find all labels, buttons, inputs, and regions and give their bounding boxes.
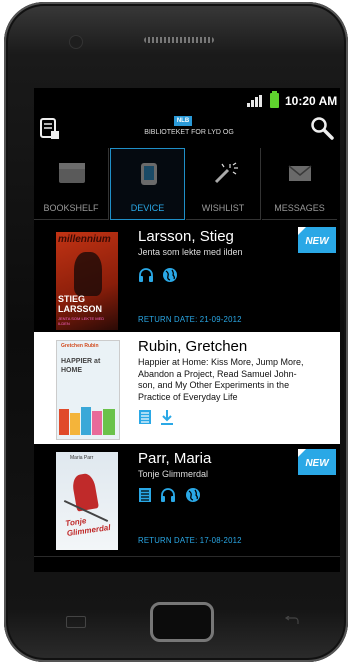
device-icon [141,163,157,185]
book-item[interactable]: Maria Parr Tonje Glimmerdal Parr, Maria … [34,444,340,557]
cover-author-text: STIEG LARSSON [58,294,103,314]
tab-wishlist[interactable]: WISHLIST [186,148,261,220]
globe-icon [163,267,178,282]
document-icon [139,487,151,502]
app-logo: NLB [174,116,192,126]
download-icon[interactable] [160,409,174,425]
phone-frame: 10:20 AM NLB BIBLIOTEKET FOR LYD OG BOOK… [4,2,348,662]
format-icons [138,266,182,284]
new-badge: NEW [298,449,336,475]
tab-messages-label: MESSAGES [274,203,325,213]
book-title: Happier at Home: Kiss More, Jump More, A… [138,357,334,403]
cover-title-text: JENTA SOM LEKTE MED ILDEN [58,316,105,326]
document-icon [139,409,151,424]
screen: 10:20 AM NLB BIBLIOTEKET FOR LYD OG BOOK… [34,88,340,572]
magic-wand-icon [214,162,238,184]
format-icons [138,486,205,504]
cover-house [103,409,115,435]
app-title: BIBLIOTEKET FOR LYD OG [144,129,234,136]
cover-author-text: Maria Parr [70,455,94,461]
book-cover: Maria Parr Tonje Glimmerdal [56,452,118,550]
headphones-icon [161,487,176,502]
format-icons [138,408,178,426]
new-badge: NEW [298,227,336,253]
status-time: 10:20 AM [285,94,338,108]
tab-messages[interactable]: MESSAGES [262,148,337,220]
library-menu-icon[interactable] [40,118,60,140]
tab-device-label: DEVICE [130,203,165,213]
book-author: Larsson, Stieg [138,228,234,245]
book-author: Parr, Maria [138,450,212,467]
status-bar: 10:20 AM [34,88,340,112]
search-icon[interactable] [310,116,334,140]
return-date: RETURN DATE: 21-09-2012 [138,315,242,324]
menu-key[interactable] [66,616,86,628]
envelope-icon [288,165,312,181]
cover-figure [74,252,102,296]
front-camera [70,36,82,48]
globe-icon [185,487,200,502]
book-title-line: Happier at Home: Kiss More, Jump More, [138,357,304,367]
headphones-icon [139,267,153,282]
signal-icon [247,95,263,107]
book-item[interactable]: Gretchen Rubin HAPPIER at HOME Rubin, Gr… [34,332,340,445]
book-author: Rubin, Gretchen [138,338,248,355]
battery-icon [270,91,279,108]
book-title-line: Abandon a Project, Read Samuel John- [138,368,297,379]
app-header: NLB BIBLIOTEKET FOR LYD OG [34,112,340,148]
cover-house [81,407,91,435]
cover-house [70,413,80,435]
cover-house [92,411,102,435]
book-cover: Gretchen Rubin HAPPIER at HOME [56,340,120,440]
return-date: RETURN DATE: 17-08-2012 [138,536,242,545]
cover-title-text: Tonje Glimmerdal [64,516,112,538]
cover-house [59,409,69,435]
back-key-icon[interactable] [284,616,300,626]
tab-bookshelf[interactable]: BOOKSHELF [34,148,109,220]
home-button[interactable] [150,602,214,642]
earpiece-speaker [144,37,214,43]
book-title-line: son, and My Other Experiments in the [138,380,290,391]
book-title-line: Practice of Everyday Life [138,391,238,402]
tab-bar: BOOKSHELF DEVICE WISHLIST MESSAGES [34,148,340,222]
cover-series-text: millennium [58,234,111,245]
cover-author-text: Gretchen Rubin [61,343,99,349]
cover-title-text: HAPPIER at HOME [61,358,101,374]
book-item[interactable]: millennium STIEG LARSSON JENTA SOM LEKTE… [34,222,340,333]
tab-wishlist-label: WISHLIST [201,203,245,213]
book-cover: millennium STIEG LARSSON JENTA SOM LEKTE… [56,232,118,330]
tab-device[interactable]: DEVICE [110,148,185,220]
tab-bookshelf-label: BOOKSHELF [43,203,99,213]
bookshelf-icon [59,163,85,183]
